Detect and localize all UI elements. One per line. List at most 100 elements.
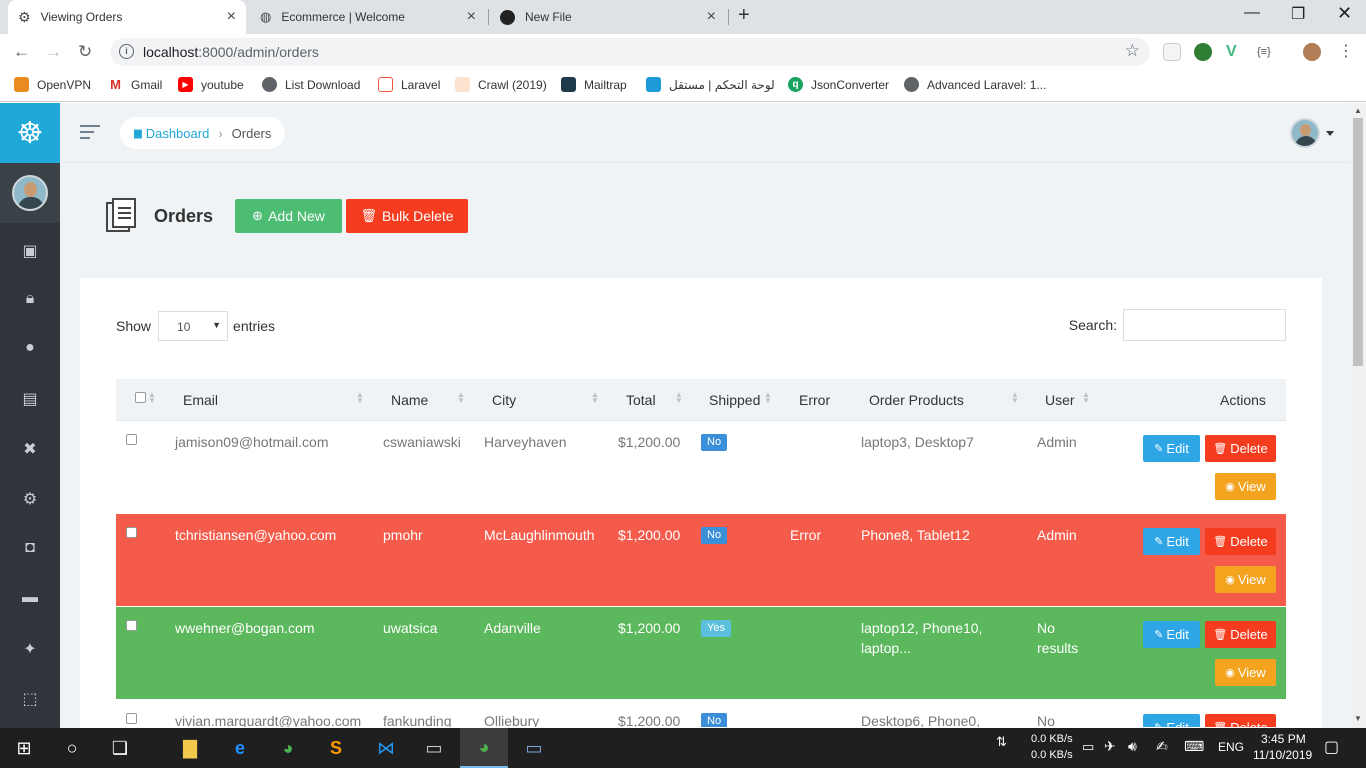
bookmark-laravel[interactable]: Laravel: [378, 77, 440, 92]
info-icon[interactable]: i: [119, 44, 134, 59]
browser-tab-new-file[interactable]: New File ×: [490, 0, 726, 34]
json-extension-icon[interactable]: {≡}: [1257, 43, 1275, 61]
back-arrow-icon[interactable]: ←: [13, 42, 30, 62]
col-user[interactable]: User: [1045, 392, 1075, 408]
clock-date[interactable]: 11/10/2019: [1253, 748, 1312, 762]
page-scrollbar[interactable]: ▲ ▼: [1350, 103, 1366, 728]
edit-button[interactable]: ✎ Edit: [1143, 435, 1200, 462]
browser-tab-orders[interactable]: ⚙ Viewing Orders ×: [8, 0, 246, 34]
bookmark-star-icon[interactable]: ☆: [1125, 41, 1140, 61]
app-window-icon[interactable]: ▭: [510, 728, 558, 768]
col-total[interactable]: Total: [626, 392, 656, 408]
scroll-thumb[interactable]: [1353, 118, 1363, 366]
sidebar-user[interactable]: [0, 163, 60, 223]
edge-icon[interactable]: e: [216, 728, 264, 768]
reload-icon[interactable]: ↻: [78, 42, 92, 62]
bookmark-jsonconverter[interactable]: q JsonConverter: [788, 77, 889, 92]
tag-icon[interactable]: ⬚: [0, 689, 60, 709]
bookmark-list-download[interactable]: List Download: [262, 77, 360, 92]
breadcrumb-dashboard[interactable]: Dashboard: [146, 126, 210, 141]
col-shipped[interactable]: Shipped: [709, 392, 760, 408]
shopping-bag-icon[interactable]: ◘: [0, 539, 60, 557]
bulk-delete-button[interactable]: 🗑︎ Bulk Delete: [346, 199, 469, 233]
close-tab-icon[interactable]: ×: [467, 8, 476, 26]
delete-button[interactable]: 🗑︎ Delete: [1205, 714, 1276, 727]
sort-icon[interactable]: ▲ ▼: [356, 391, 364, 405]
col-error[interactable]: Error: [799, 392, 830, 408]
lock-icon[interactable]: 🔒︎: [0, 290, 60, 308]
search-circle-icon[interactable]: ○: [48, 728, 96, 768]
user-icon[interactable]: ●: [0, 339, 60, 357]
browser-tab-ecommerce[interactable]: ◍ Ecommerce | Welcome ×: [250, 0, 486, 34]
sort-icon[interactable]: ▲ ▼: [591, 391, 599, 405]
col-order-products[interactable]: Order Products: [869, 392, 964, 408]
window-close-icon[interactable]: ✕: [1337, 3, 1352, 24]
windows-start-icon[interactable]: ⊞: [0, 728, 48, 768]
col-city[interactable]: City: [492, 392, 516, 408]
extension-icon[interactable]: [1163, 43, 1181, 61]
briefcase-icon[interactable]: ▣: [0, 241, 60, 261]
notification-icon[interactable]: ▢: [1324, 737, 1339, 757]
search-input[interactable]: [1123, 309, 1286, 341]
edit-button[interactable]: ✎ Edit: [1143, 621, 1200, 648]
scroll-down-icon[interactable]: ▼: [1354, 714, 1362, 723]
user-menu[interactable]: [1290, 118, 1334, 148]
brand-logo[interactable]: ☸: [0, 103, 60, 163]
clock-time[interactable]: 3:45 PM: [1261, 732, 1306, 746]
edit-button[interactable]: ✎ Edit: [1143, 714, 1200, 727]
add-new-button[interactable]: ⊕ Add New: [235, 199, 343, 233]
image-icon[interactable]: ▤: [0, 389, 60, 409]
task-view-icon[interactable]: ❏: [96, 728, 144, 768]
chrome-active-icon[interactable]: ◕: [460, 728, 508, 768]
restore-icon[interactable]: ❐: [1291, 4, 1305, 24]
view-button[interactable]: ◉ View: [1215, 566, 1276, 593]
airplane-icon[interactable]: ✈: [1104, 738, 1116, 755]
address-bar[interactable]: i localhost:8000/admin/orders ☆: [110, 38, 1150, 66]
vscode-icon[interactable]: ⋈: [362, 728, 410, 768]
sort-icon[interactable]: ▲ ▼: [1011, 391, 1019, 405]
battery-icon[interactable]: ▭: [1082, 739, 1094, 755]
settings-gear-icon[interactable]: ⚙: [0, 489, 60, 509]
bookmark-gmail[interactable]: M Gmail: [108, 77, 162, 92]
sublime-icon[interactable]: S: [312, 728, 360, 768]
view-button[interactable]: ◉ View: [1215, 473, 1276, 500]
file-explorer-icon[interactable]: ▇: [166, 728, 214, 768]
folder-icon[interactable]: ▬: [0, 589, 60, 607]
select-all-checkbox[interactable]: [135, 392, 146, 403]
bookmark-crawl[interactable]: Crawl (2019): [455, 77, 547, 92]
row-checkbox[interactable]: [126, 527, 137, 538]
close-tab-icon[interactable]: ×: [227, 8, 236, 26]
magic-wand-icon[interactable]: ✦: [0, 639, 60, 659]
col-email[interactable]: Email: [183, 392, 218, 408]
profile-avatar[interactable]: [1303, 43, 1321, 61]
sort-icon[interactable]: ▲ ▼: [148, 391, 156, 405]
delete-button[interactable]: 🗑︎ Delete: [1205, 435, 1276, 462]
view-button[interactable]: ◉ View: [1215, 659, 1276, 686]
entries-select[interactable]: 10 ▼: [158, 311, 229, 341]
tools-icon[interactable]: ✖: [0, 439, 60, 459]
edit-button[interactable]: ✎ Edit: [1143, 528, 1200, 555]
bookmark-openvpn[interactable]: OpenVPN: [14, 77, 91, 92]
keyboard-icon[interactable]: ⌨: [1184, 738, 1204, 755]
col-name[interactable]: Name: [391, 392, 428, 408]
language-indicator[interactable]: ENG: [1218, 740, 1244, 754]
bookmark-mostaql[interactable]: لوحة التحكم | مستقل: [646, 77, 775, 92]
sort-icon[interactable]: ▲ ▼: [457, 391, 465, 405]
forward-arrow-icon[interactable]: →: [45, 42, 62, 62]
bookmark-advanced-laravel[interactable]: Advanced Laravel: 1...: [904, 77, 1046, 92]
globe-extension-icon[interactable]: [1194, 43, 1212, 61]
bookmark-mailtrap[interactable]: Mailtrap: [561, 77, 627, 92]
new-tab-icon[interactable]: +: [738, 4, 750, 27]
kebab-menu-icon[interactable]: ⋮: [1338, 43, 1356, 61]
terminal-icon[interactable]: ▭: [410, 728, 458, 768]
hamburger-menu-icon[interactable]: [80, 125, 100, 143]
sort-icon[interactable]: ▲ ▼: [764, 391, 772, 405]
delete-button[interactable]: 🗑︎ Delete: [1205, 621, 1276, 648]
chrome-icon[interactable]: ◕: [264, 728, 312, 768]
sort-icon[interactable]: ▲ ▼: [675, 391, 683, 405]
bookmark-youtube[interactable]: ▶ youtube: [178, 77, 244, 92]
pen-icon[interactable]: ✍: [1156, 738, 1168, 755]
row-checkbox[interactable]: [126, 713, 137, 724]
delete-button[interactable]: 🗑︎ Delete: [1205, 528, 1276, 555]
url-text[interactable]: localhost:8000/admin/orders: [143, 44, 319, 60]
